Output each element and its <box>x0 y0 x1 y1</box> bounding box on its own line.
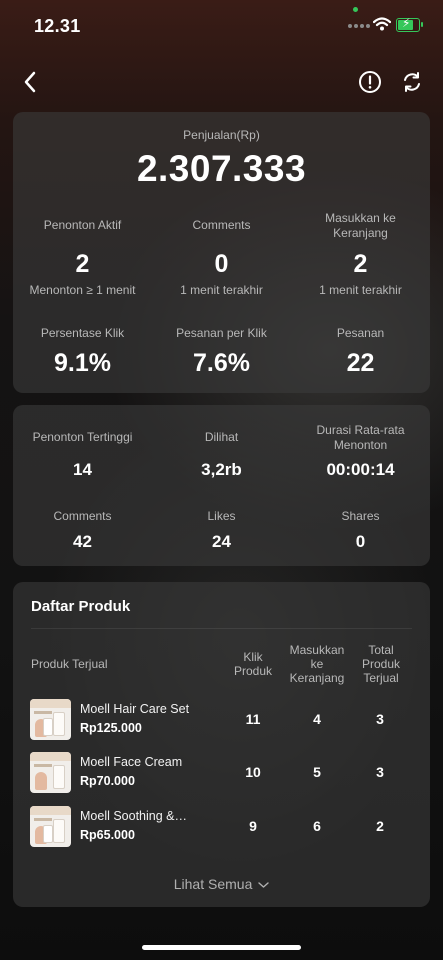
product-clicks: 11 <box>245 711 261 727</box>
metric-label: Persentase Klik <box>40 326 125 340</box>
column-header-sold: Total Produk Terjual <box>361 643 401 685</box>
stat-avg-watch-duration: Durasi Rata-rata Menonton 00:00:14 <box>291 423 430 480</box>
status-bar: 12.31 ⚡ <box>0 0 443 54</box>
status-time: 12.31 <box>34 16 81 36</box>
metric-value: 9.1% <box>54 349 111 377</box>
metric-value: 7.6% <box>193 349 250 377</box>
stat-views: Dilihat 3,2rb <box>152 430 291 480</box>
product-cart: 4 <box>313 711 321 727</box>
metric-label: Pesanan <box>336 326 385 340</box>
product-thumbnail <box>30 699 71 740</box>
metric-value: 2 <box>75 250 90 278</box>
product-name: Moell Soothing & Calming <box>80 809 190 823</box>
product-cart: 5 <box>313 764 321 780</box>
metric-active-viewers: Penonton Aktif 2 Menonton ≥ 1 menit <box>13 218 152 297</box>
stat-value: 0 <box>355 532 366 551</box>
metric-sub: Menonton ≥ 1 menit <box>29 283 136 297</box>
stream-stats-card: Penonton Tertinggi 14 Dilihat 3,2rb Dura… <box>13 405 430 566</box>
refresh-icon[interactable] <box>400 70 424 94</box>
metric-value: 0 <box>214 250 229 278</box>
product-sold: 3 <box>376 764 384 780</box>
sales-label: Penjualan(Rp) <box>183 128 260 142</box>
metric-sub: 1 menit terakhir <box>180 283 263 297</box>
metric-label: Pesanan per Klik <box>176 326 267 340</box>
stat-label: Comments <box>53 509 112 523</box>
product-row[interactable]: Moell Soothing & Calming Rp65.000 9 6 2 <box>13 804 430 848</box>
product-row[interactable]: Moell Face Cream Rp70.000 10 5 3 <box>13 750 430 794</box>
metric-label: Comments <box>192 218 251 232</box>
product-sold: 2 <box>376 818 384 834</box>
exclamation-circle-icon[interactable] <box>358 70 382 94</box>
metric-add-to-cart: Masukkan ke Keranjang 2 1 menit terakhir <box>291 211 430 297</box>
metric-sub: 1 menit terakhir <box>319 283 402 297</box>
stat-comments: Comments 42 <box>13 509 152 552</box>
battery-icon: ⚡ <box>396 16 420 32</box>
metric-comments: Comments 0 1 menit terakhir <box>152 218 291 297</box>
home-indicator[interactable] <box>142 945 301 950</box>
metric-label: Penonton Aktif <box>43 218 122 232</box>
product-name: Moell Face Cream <box>80 755 183 769</box>
product-list-card: Daftar Produk Produk Terjual Klik Produk… <box>13 582 430 907</box>
column-header-product: Produk Terjual <box>31 657 108 671</box>
product-sold: 3 <box>376 711 384 727</box>
see-all-button[interactable]: Lihat Semua <box>13 876 430 892</box>
metric-value: 22 <box>346 349 375 377</box>
stat-value: 00:00:14 <box>326 460 395 479</box>
product-price: Rp125.000 <box>80 721 142 735</box>
sales-summary-card: Penjualan(Rp) 2.307.333 Penonton Aktif 2… <box>13 112 430 393</box>
stat-value: 42 <box>73 532 92 551</box>
metric-value: 2 <box>353 250 368 278</box>
sales-value: 2.307.333 <box>136 148 307 189</box>
chevron-left-icon <box>24 71 36 93</box>
product-price: Rp65.000 <box>80 828 135 842</box>
wifi-icon <box>373 17 391 31</box>
stat-likes: Likes 24 <box>152 509 291 552</box>
chevron-down-icon <box>258 882 269 888</box>
column-header-cart: Masukkan ke Keranjang <box>289 643 345 685</box>
stat-label: Penonton Tertinggi <box>32 430 133 444</box>
metric-orders-per-click: Pesanan per Klik 7.6% <box>152 326 291 378</box>
product-thumbnail <box>30 752 71 793</box>
divider <box>31 628 412 629</box>
stat-label: Shares <box>341 509 380 523</box>
stat-label: Durasi Rata-rata Menonton <box>316 423 405 452</box>
metric-label: Masukkan ke Keranjang <box>325 211 396 240</box>
metric-click-rate: Persentase Klik 9.1% <box>13 326 152 378</box>
see-all-label: Lihat Semua <box>173 876 253 892</box>
stat-value: 3,2rb <box>201 460 242 479</box>
product-clicks: 10 <box>245 764 261 780</box>
stat-peak-viewers: Penonton Tertinggi 14 <box>13 430 152 480</box>
product-row[interactable]: Moell Hair Care Set Rp125.000 11 4 3 <box>13 697 430 741</box>
stat-shares: Shares 0 <box>291 509 430 552</box>
stat-value: 14 <box>73 460 92 479</box>
product-clicks: 9 <box>249 818 257 834</box>
product-cart: 6 <box>313 818 321 834</box>
stat-value: 24 <box>212 532 231 551</box>
battery-cap <box>421 22 423 27</box>
column-header-clicks: Klik Produk <box>233 650 273 678</box>
cellular-signal-icon <box>348 24 370 28</box>
product-price: Rp70.000 <box>80 774 135 788</box>
metric-orders: Pesanan 22 <box>291 326 430 378</box>
camera-indicator-icon <box>353 7 358 12</box>
product-list-title: Daftar Produk <box>31 598 131 615</box>
stat-label: Dilihat <box>204 430 239 444</box>
product-name: Moell Hair Care Set <box>80 702 190 716</box>
product-thumbnail <box>30 806 71 847</box>
back-button[interactable] <box>16 68 44 96</box>
stat-label: Likes <box>207 509 236 523</box>
